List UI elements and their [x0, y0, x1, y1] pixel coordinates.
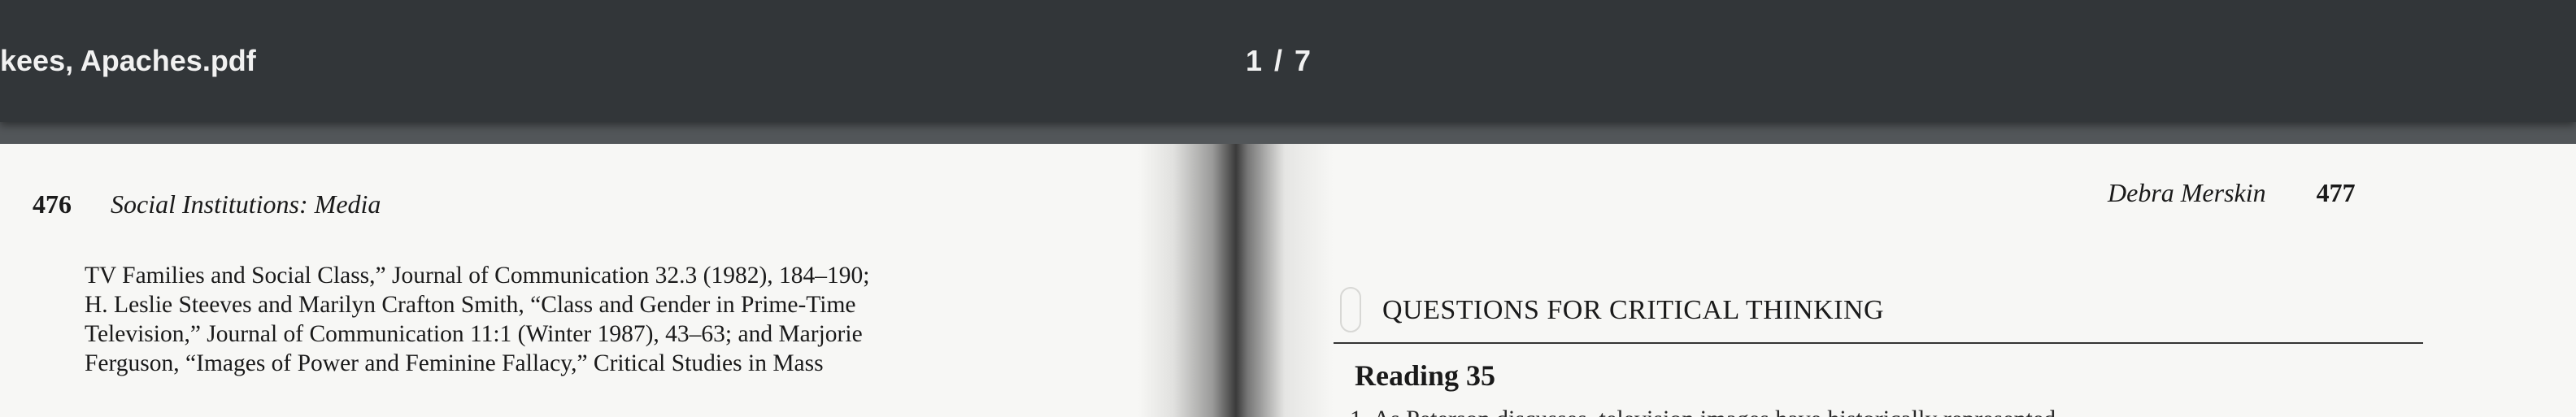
- book-gutter-shadow: [1138, 144, 1334, 417]
- right-running-head-author: Debra Merskin: [2108, 178, 2266, 207]
- document-title: kees, Apaches.pdf: [0, 44, 256, 77]
- section-heading: QUESTIONS FOR CRITICAL THINKING: [1382, 295, 1885, 325]
- left-running-head: Social Institutions: Media: [111, 189, 381, 219]
- right-page-number: 477: [2316, 178, 2356, 207]
- body-line: H. Leslie Steeves and Marilyn Crafton Sm…: [85, 292, 856, 318]
- bookmark-shape-icon: [1340, 287, 1361, 332]
- pdf-toolbar: kees, Apaches.pdf 1 / 7: [0, 0, 2576, 122]
- left-page-body: TV Families and Social Class,” Journal o…: [85, 261, 1127, 378]
- page-indicator: 1 / 7: [1246, 38, 1312, 84]
- body-line: Ferguson, “Images of Power and Feminine …: [85, 350, 824, 376]
- pdf-page: 476 Social Institutions: Media TV Famili…: [0, 144, 2576, 417]
- pdf-viewer[interactable]: 476 Social Institutions: Media TV Famili…: [0, 122, 2576, 417]
- heading-divider: [1334, 342, 2423, 344]
- page-separator: /: [1274, 44, 1284, 77]
- left-page-header: 476 Social Institutions: Media: [33, 189, 381, 219]
- total-pages: 7: [1295, 44, 1312, 77]
- left-page-number: 476: [33, 189, 72, 219]
- reading-label: Reading 35: [1355, 359, 1496, 392]
- current-page-number[interactable]: 1: [1246, 44, 1263, 77]
- body-line: Television,” Journal of Communication 11…: [85, 321, 863, 347]
- question-text-partial: 1. As Peterson discusses, television ima…: [1350, 406, 2056, 417]
- body-line: TV Families and Social Class,” Journal o…: [85, 263, 870, 289]
- right-page-header: Debra Merskin 477: [2108, 178, 2356, 208]
